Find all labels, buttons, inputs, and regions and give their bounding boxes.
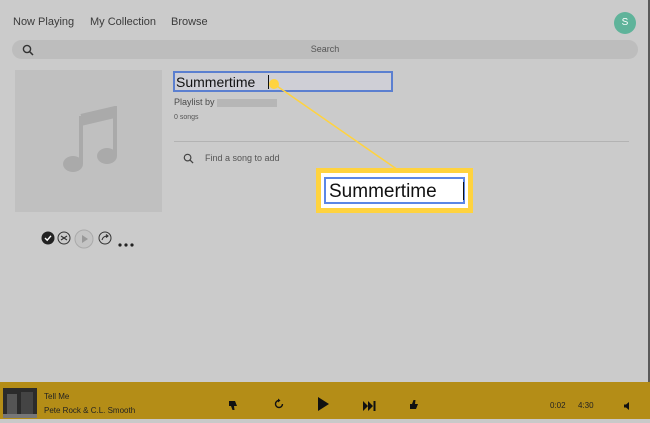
find-song-placeholder: Find a song to add [205, 153, 280, 163]
playlist-by-label: Playlist by [174, 97, 215, 107]
track-title: Tell Me [44, 392, 70, 401]
search-placeholder: Search [310, 44, 340, 54]
callout-title-field: Summertime [324, 177, 465, 204]
volume-icon[interactable] [623, 398, 633, 416]
shuffle-icon[interactable] [57, 231, 71, 250]
player-bar: Tell Me Pete Rock & C.L. Smooth 0:02 4:3… [0, 382, 650, 419]
callout-cursor [463, 182, 464, 200]
share-icon[interactable] [98, 231, 112, 250]
divider [174, 141, 629, 142]
total-duration: 4:30 [578, 401, 594, 410]
thumbs-down-icon[interactable] [228, 398, 239, 416]
tab-my-collection[interactable]: My Collection [90, 16, 156, 28]
elapsed-time: 0:02 [550, 401, 566, 410]
tab-now-playing[interactable]: Now Playing [13, 16, 74, 28]
song-count: 0 songs [174, 114, 199, 121]
callout-title-text: Summertime [329, 181, 437, 202]
redacted-username [216, 98, 277, 107]
text-cursor [268, 75, 269, 89]
playlist-title: Summertime [176, 74, 256, 90]
replay-icon[interactable] [273, 397, 285, 415]
search-icon [183, 153, 194, 164]
playlist-artwork [15, 70, 162, 212]
zoom-callout: Summertime [316, 168, 473, 213]
callout-inner: Summertime [321, 173, 468, 208]
download-check-icon[interactable] [41, 231, 55, 250]
play-icon[interactable] [74, 229, 94, 254]
playlist-title-input[interactable]: Summertime [173, 71, 393, 92]
album-thumbnail [3, 388, 37, 418]
play-button-icon[interactable] [316, 396, 330, 417]
music-note-icon [63, 106, 117, 172]
tab-browse[interactable]: Browse [171, 16, 208, 28]
thumbs-up-icon[interactable] [409, 397, 420, 415]
track-artist: Pete Rock & C.L. Smooth [44, 406, 136, 415]
avatar[interactable]: S [614, 12, 636, 34]
playlist-owner: Playlist by [174, 97, 277, 107]
more-options-icon[interactable] [118, 235, 134, 253]
skip-forward-icon[interactable] [363, 398, 376, 416]
search-bar[interactable]: Search [12, 40, 638, 59]
